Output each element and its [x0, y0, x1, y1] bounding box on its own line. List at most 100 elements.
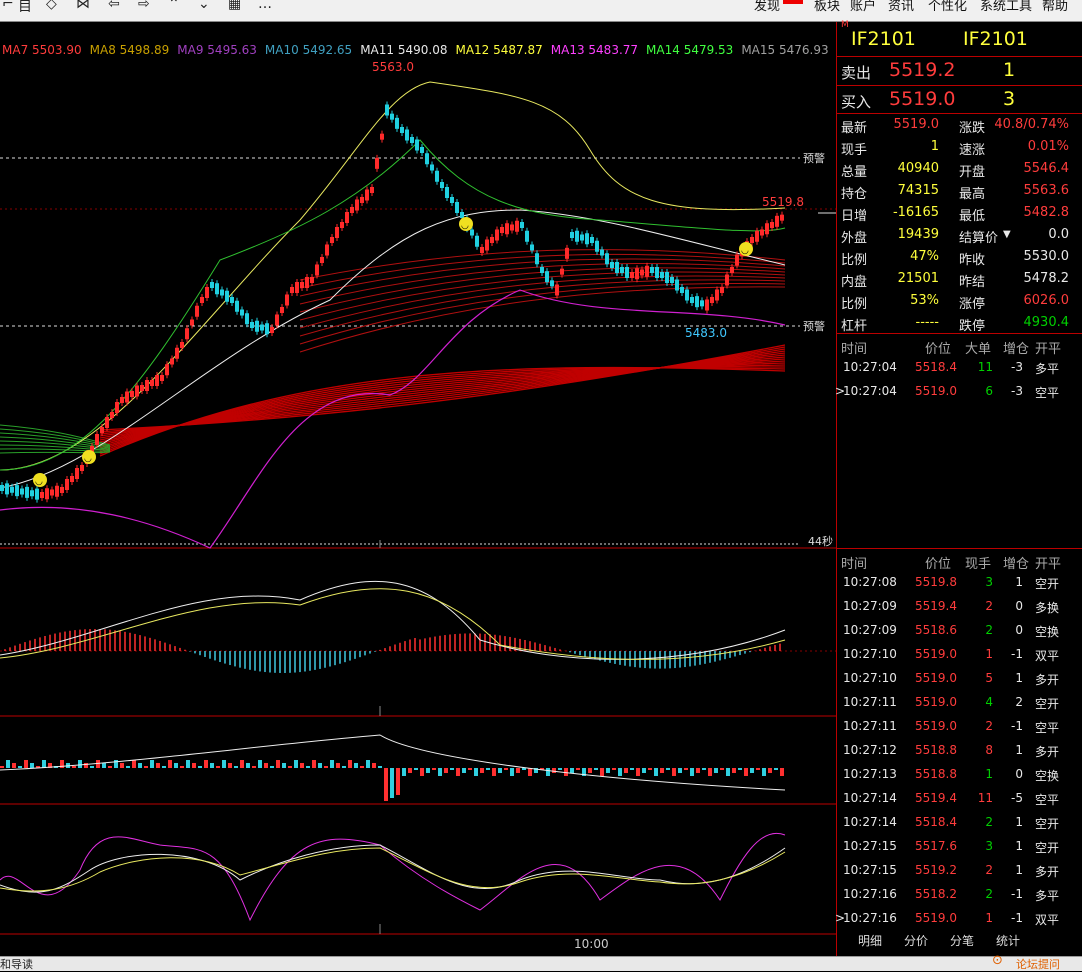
stat-label: 杠杆: [841, 319, 868, 334]
table-header[interactable]: 时间: [841, 338, 867, 357]
tab-0[interactable]: 明细: [858, 932, 882, 949]
tick-increase: -3: [1011, 360, 1023, 374]
last-price-label: 5519.8: [762, 195, 804, 209]
settle-dropdown-icon[interactable]: ▼: [1003, 229, 1011, 240]
stat-label: 速涨: [959, 143, 986, 158]
tick-price: 5519.8: [915, 575, 957, 589]
stat-value: 4930.4: [1023, 315, 1070, 330]
tick-volume: 5: [985, 671, 993, 685]
toolbar-more-icon[interactable]: …: [258, 0, 272, 12]
tick-volume: 1: [985, 767, 993, 781]
toolbar-forward-icon[interactable]: ⇨: [138, 0, 150, 12]
tick-type: 双平: [1035, 649, 1060, 663]
stat-value: -16165: [892, 205, 939, 220]
stat-label: 日增: [841, 209, 868, 224]
stat-value: 6026.0: [1023, 293, 1070, 308]
tick-type: 多平: [1035, 362, 1060, 376]
menu-system-tools[interactable]: 系统工具: [980, 0, 1032, 14]
table-header[interactable]: 现手: [965, 553, 991, 572]
table-header[interactable]: 开平: [1035, 338, 1061, 357]
table-header[interactable]: 价位: [925, 338, 951, 357]
tick-increase: -3: [1011, 384, 1023, 398]
quote-panel: M IF2101 IF2101 卖出 5519.2 1 买入 5519.0 3 …: [835, 20, 1082, 956]
tick-price: 5519.4: [915, 599, 957, 613]
tick-volume: 2: [985, 863, 993, 877]
tick-type: 空开: [1035, 697, 1060, 711]
stat-label: 开盘: [959, 165, 986, 180]
tick-time: 10:27:08: [843, 575, 897, 589]
toolbar-layout-icon[interactable]: ▦: [228, 0, 241, 12]
stat-label: 涨跌: [959, 121, 986, 136]
buy-label: 买入: [841, 93, 872, 111]
tick-volume: 2: [985, 719, 993, 733]
sell-price[interactable]: 5519.2: [889, 59, 955, 81]
tab-2[interactable]: 分笔: [950, 932, 974, 949]
tab-3[interactable]: 统计: [996, 932, 1020, 949]
tick-time: 10:27:16: [843, 911, 897, 925]
tick-volume: 2: [985, 599, 993, 613]
tick-price: 5518.8: [915, 743, 957, 757]
tick-time: 10:27:09: [843, 623, 897, 637]
tick-volume: 1: [985, 647, 993, 661]
warn-label-upper[interactable]: 预警: [803, 151, 825, 165]
stat-label: 比例: [841, 253, 868, 268]
table-header[interactable]: 开平: [1035, 553, 1061, 572]
table-header[interactable]: 增仓: [1003, 553, 1029, 572]
svg-text:◡: ◡: [461, 221, 469, 231]
kline-chart[interactable]: ◡ ◡ ◡ ◡ 5563.0 5483.0 5519.8 预警 预警 44秒 10:0…: [0, 22, 836, 956]
tick-increase: 1: [1015, 863, 1023, 877]
stat-label: 涨停: [959, 297, 986, 312]
tick-increase: 1: [1015, 671, 1023, 685]
tick-type: 多开: [1035, 673, 1060, 687]
tick-time: 10:27:10: [843, 647, 897, 661]
menu-discover[interactable]: 发现: [754, 0, 780, 14]
toolbar-list-icon[interactable]: 目: [18, 0, 32, 16]
stat-value: 53%: [910, 293, 939, 308]
toolbar-zoom-icon[interactable]: ◇: [46, 0, 57, 12]
tick-type: 空平: [1035, 721, 1060, 735]
menu-help[interactable]: 帮助: [1042, 0, 1068, 14]
menu-personalize[interactable]: 个性化: [928, 0, 967, 14]
stat-label: 现手: [841, 143, 868, 158]
low-label: 5483.0: [685, 326, 727, 340]
tick-time: 10:27:16: [843, 887, 897, 901]
svg-text:◡: ◡: [84, 454, 92, 464]
table-header[interactable]: 增仓: [1003, 338, 1029, 357]
tick-price: 5519.2: [915, 863, 957, 877]
time-axis-label: 10:00: [574, 937, 609, 951]
tick-time: 10:27:11: [843, 719, 897, 733]
tick-volume: 11: [977, 360, 993, 374]
tick-increase: 0: [1015, 623, 1023, 637]
buy-price[interactable]: 5519.0: [889, 88, 955, 110]
tick-price: 5519.0: [915, 695, 957, 709]
menu-sector[interactable]: 板块: [814, 0, 840, 14]
menu-news[interactable]: 资讯: [888, 0, 914, 14]
menu-account[interactable]: 账户: [850, 0, 876, 14]
toolbar-arrow-icon[interactable]: ⌐: [2, 0, 14, 12]
tick-volume: 1: [985, 911, 993, 925]
table-header[interactable]: 时间: [841, 553, 867, 572]
stat-label: 外盘: [841, 231, 868, 246]
stat-value: 40940: [897, 161, 939, 176]
table-header[interactable]: 大单: [965, 338, 991, 357]
tick-type: 空平: [1035, 386, 1060, 400]
stat-value: 40.8/0.74%: [994, 117, 1069, 132]
stat-value: -----: [915, 315, 939, 330]
tick-price: 5519.4: [915, 791, 957, 805]
symbol-right[interactable]: IF2101: [963, 28, 1028, 50]
symbol-left[interactable]: IF2101: [851, 28, 916, 50]
toolbar-fit-icon[interactable]: ⋈: [76, 0, 90, 12]
table-header[interactable]: 价位: [925, 553, 951, 572]
tick-increase: 1: [1015, 839, 1023, 853]
toolbar-up-icon[interactable]: ⌃: [168, 0, 180, 12]
tick-price: 5517.6: [915, 839, 957, 853]
tick-increase: 2: [1015, 695, 1023, 709]
search-icon[interactable]: ⊙: [992, 953, 1003, 968]
stat-label: 最低: [959, 209, 986, 224]
toolbar-down-icon[interactable]: ⌄: [198, 0, 210, 12]
toolbar-back-icon[interactable]: ⇦: [108, 0, 120, 12]
tab-1[interactable]: 分价: [904, 932, 928, 949]
warn-label-lower[interactable]: 预警: [803, 319, 825, 333]
tick-time: 10:27:15: [843, 839, 897, 853]
tick-volume: 6: [985, 384, 993, 398]
